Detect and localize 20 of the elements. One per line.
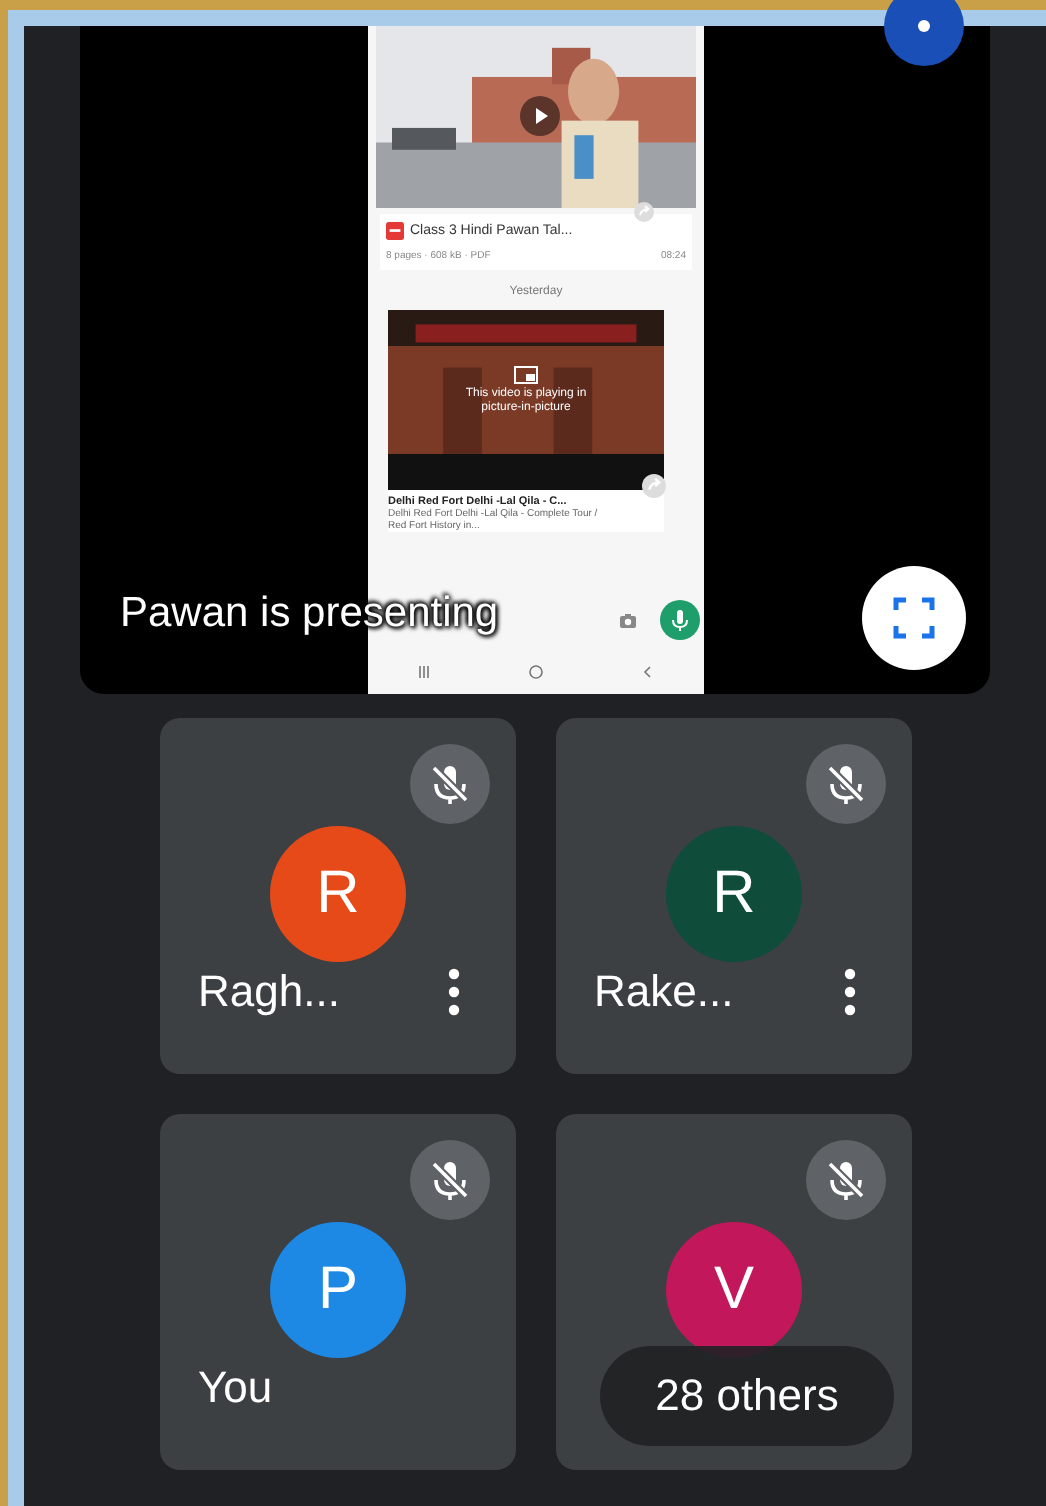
avatar: R [270, 826, 406, 962]
pdf-icon [386, 222, 404, 240]
options-button[interactable] [884, 0, 964, 66]
avatar: P [270, 1222, 406, 1358]
recent-apps-icon[interactable] [416, 664, 432, 680]
participant-name: You [198, 1362, 273, 1414]
home-icon[interactable] [528, 664, 544, 680]
share-icon[interactable] [642, 474, 666, 498]
participant-name: Ragh... [198, 966, 340, 1018]
more-options-icon[interactable] [844, 968, 856, 1016]
others-badge[interactable]: 28 others [600, 1346, 894, 1446]
participant-name: Rake... [594, 966, 734, 1018]
back-icon[interactable] [640, 664, 656, 680]
play-icon[interactable] [520, 96, 560, 136]
microphone-button[interactable] [660, 600, 700, 640]
fullscreen-button[interactable] [862, 566, 966, 670]
picture-in-picture-icon [514, 366, 538, 384]
avatar: R [666, 826, 802, 962]
more-options-icon[interactable] [448, 968, 460, 1016]
camera-icon[interactable] [618, 610, 638, 630]
